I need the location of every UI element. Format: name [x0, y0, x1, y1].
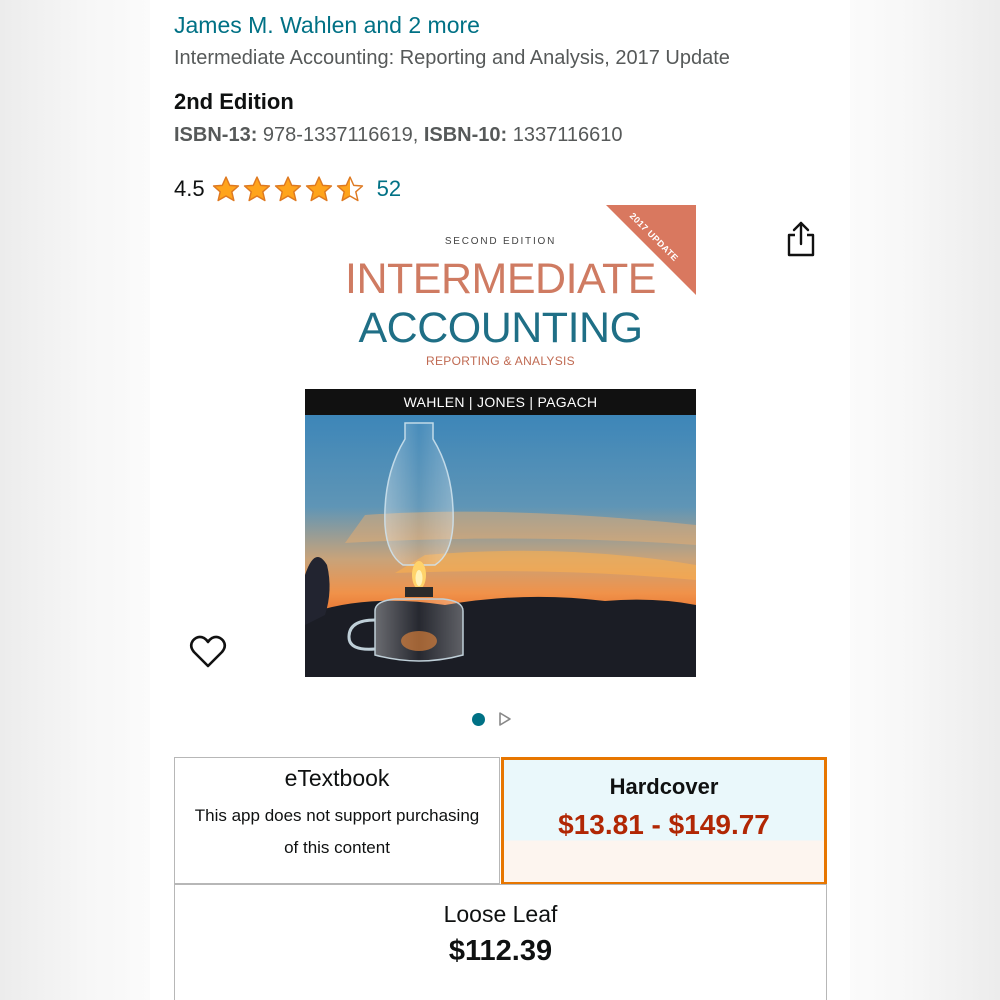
share-icon[interactable]: [782, 219, 820, 259]
cover-lamp-photo: [305, 415, 696, 677]
etextbook-note-line1: This app does not support purchasing: [194, 806, 480, 825]
format-loose-leaf[interactable]: Loose Leaf $112.39: [174, 884, 827, 1000]
isbn-separator: ,: [412, 124, 419, 146]
etextbook-note: This app does not support purchasing of …: [175, 800, 499, 864]
format-etextbook[interactable]: eTextbook This app does not support purc…: [174, 757, 500, 884]
format-hardcover-selected[interactable]: Hardcover $13.81 - $149.77: [501, 757, 827, 885]
etextbook-name: eTextbook: [284, 765, 390, 791]
product-screen: James M. Wahlen and 2 more Intermediate …: [150, 0, 850, 1000]
isbn-line: ISBN-13: 978-1337116619, ISBN-10: 133711…: [174, 124, 623, 147]
star-rating[interactable]: [211, 175, 365, 203]
left-background: [0, 0, 150, 1000]
cover-title-line2: ACCOUNTING: [358, 304, 643, 352]
product-title: Intermediate Accounting: Reporting and A…: [174, 47, 730, 69]
carousel-dot-active[interactable]: [472, 712, 485, 726]
star-icon: [274, 176, 301, 202]
hardcover-price: $13.81 - $149.77: [558, 809, 770, 840]
heart-icon[interactable]: [188, 632, 228, 672]
star-icon: [212, 176, 239, 202]
cover-edition-line: SECOND EDITION: [444, 236, 557, 247]
hardcover-name: Hardcover: [609, 774, 719, 799]
cover-title-line1: INTERMEDIATE: [345, 255, 656, 303]
star-icon: [243, 176, 270, 202]
star-icon: [305, 176, 332, 202]
cover-subtitle: REPORTING & ANALYSIS: [426, 354, 575, 368]
isbn10-value: 1337116610: [512, 124, 623, 146]
carousel-indicator: [472, 711, 512, 727]
right-background: [850, 0, 1000, 1000]
edition-label: 2nd Edition: [174, 89, 294, 114]
loose-leaf-price: $112.39: [448, 935, 553, 967]
rating-count-link[interactable]: 52: [377, 176, 401, 202]
star-icon: [336, 176, 363, 202]
rating-value: 4.5: [174, 176, 205, 201]
cover-authors-band: WAHLEN | JONES | PAGACH: [305, 389, 696, 415]
rating-row[interactable]: 4.5 52: [174, 172, 401, 206]
book-cover-image[interactable]: 2017 UPDATE SECOND EDITION INTERMEDIATE …: [305, 205, 696, 677]
isbn10-label: ISBN-10:: [423, 124, 508, 146]
isbn13-value: 978-1337116619: [262, 124, 413, 146]
play-triangle-icon[interactable]: [498, 711, 512, 727]
format-selector: eTextbook This app does not support purc…: [174, 757, 827, 1000]
author-link[interactable]: James M. Wahlen and 2 more: [174, 12, 480, 39]
loose-leaf-name: Loose Leaf: [443, 901, 558, 927]
isbn13-label: ISBN-13:: [174, 124, 258, 146]
etextbook-note-line2: of this content: [284, 838, 390, 857]
